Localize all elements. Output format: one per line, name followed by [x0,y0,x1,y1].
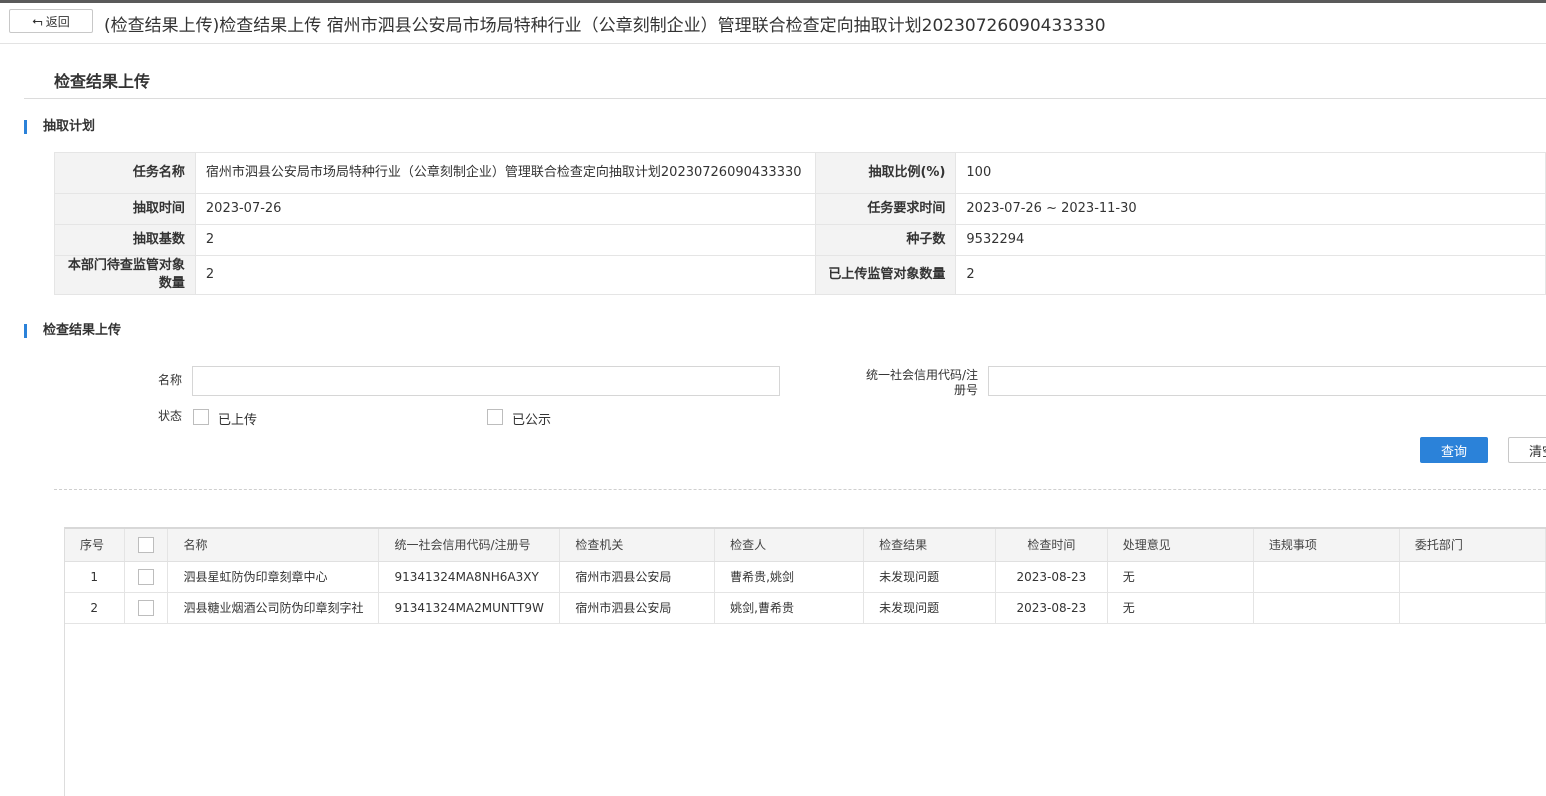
plan-label: 抽取时间 [54,193,196,225]
cell-select [124,561,169,593]
row-checkbox[interactable] [137,568,154,585]
cell-select [124,592,169,624]
plan-label: 任务要求时间 [814,193,957,225]
query-button[interactable]: 查询 [1420,437,1488,463]
title-divider [24,98,1546,99]
name-label: 名称 [157,373,182,387]
cell-code: 91341324MA2MUNTT9W [378,592,561,624]
plan-row: 本部门待查监管对象数量 2 已上传监管对象数量 2 [54,255,1546,295]
cell-time: 2023-08-23 [995,561,1108,593]
page-header: ⮢ 返回 (检查结果上传)检查结果上传 宿州市泗县公安局市场局特种行业（公章刻制… [0,3,1546,44]
table-row[interactable]: 2 泗县糖业烟酒公司防伪印章刻字社 91341324MA2MUNTT9W 宿州市… [65,592,1546,624]
plan-row: 任务名称 宿州市泗县公安局市场局特种行业（公章刻制企业）管理联合检查定向抽取计划… [54,152,1546,194]
plan-label: 抽取基数 [54,224,196,256]
select-all-checkbox[interactable] [137,536,154,553]
cell-index: 2 [65,592,125,624]
plan-label: 本部门待查监管对象数量 [54,255,196,295]
plan-value: 宿州市泗县公安局市场局特种行业（公章刻制企业）管理联合检查定向抽取计划20230… [194,152,816,194]
back-label: 返回 [45,14,70,29]
plan-label: 种子数 [814,224,957,256]
col-header-name: 名称 [167,529,380,562]
uploaded-checkbox-label: 已上传 [218,413,258,428]
cell-inspector: 曹希贵,姚剑 [714,561,865,593]
table-row[interactable]: 1 泗县星虹防伪印章刻章中心 91341324MA8NH6A3XY 宿州市泗县公… [65,561,1546,593]
col-header-inspector: 检查人 [714,529,865,562]
code-input[interactable] [988,366,1546,396]
plan-value: 2 [194,255,816,295]
plan-value: 9532294 [955,224,1546,256]
plan-row: 抽取基数 2 种子数 9532294 [54,224,1546,256]
cell-authority: 宿州市泗县公安局 [559,592,716,624]
page-title: 检查结果上传 [54,72,151,91]
col-header-select [124,529,169,562]
cell-name: 泗县星虹防伪印章刻章中心 [167,561,380,593]
back-arrow-icon: ⮢ [32,13,43,29]
section-title-plan: 抽取计划 [24,120,95,134]
cell-opinion: 无 [1107,592,1254,624]
name-input[interactable] [192,366,780,396]
published-checkbox-label: 已公示 [512,413,552,428]
plan-info-table: 任务名称 宿州市泗县公安局市场局特种行业（公章刻制企业）管理联合检查定向抽取计划… [54,152,1546,295]
published-checkbox[interactable] [487,409,503,425]
plan-row: 抽取时间 2023-07-26 任务要求时间 2023-07-26 ~ 2023… [54,193,1546,225]
cell-code: 91341324MA8NH6A3XY [378,561,561,593]
section-divider [54,489,1546,490]
status-label: 状态 [157,409,182,423]
col-header-code: 统一社会信用代码/注册号 [378,529,561,562]
col-header-violation: 违规事项 [1253,529,1400,562]
cell-index: 1 [65,561,125,593]
cell-name: 泗县糖业烟酒公司防伪印章刻字社 [167,592,380,624]
cell-authority: 宿州市泗县公安局 [559,561,716,593]
section-title-upload: 检查结果上传 [24,324,121,338]
col-header-time: 检查时间 [995,529,1108,562]
cell-result: 未发现问题 [863,561,996,593]
plan-label: 任务名称 [54,152,196,194]
col-header-result: 检查结果 [863,529,996,562]
header-title: (检查结果上传)检查结果上传 宿州市泗县公安局市场局特种行业（公章刻制企业）管理… [104,16,1106,36]
plan-label: 已上传监管对象数量 [814,255,957,295]
cell-department [1399,561,1546,593]
plan-value: 2 [955,255,1546,295]
cell-opinion: 无 [1107,561,1254,593]
cell-department [1399,592,1546,624]
plan-value: 2 [194,224,816,256]
cell-result: 未发现问题 [863,592,996,624]
back-button[interactable]: ⮢ 返回 [9,9,93,33]
cell-inspector: 姚剑,曹希贵 [714,592,865,624]
cell-violation [1253,561,1400,593]
results-table: 序号 名称 统一社会信用代码/注册号 检查机关 检查人 检查结果 检查时间 处理… [65,529,1546,624]
uploaded-checkbox[interactable] [193,409,209,425]
row-checkbox[interactable] [137,599,154,616]
plan-value: 2023-07-26 [194,193,816,225]
code-label: 统一社会信用代码/注册号 [865,368,978,397]
col-header-opinion: 处理意见 [1107,529,1254,562]
col-header-index: 序号 [65,529,125,562]
table-header-row: 序号 名称 统一社会信用代码/注册号 检查机关 检查人 检查结果 检查时间 处理… [65,529,1546,562]
clear-button[interactable]: 清空 [1508,437,1546,463]
plan-label: 抽取比例(%) [814,152,957,194]
col-header-authority: 检查机关 [559,529,716,562]
plan-value: 100 [955,152,1546,194]
col-header-department: 委托部门 [1399,529,1546,562]
cell-time: 2023-08-23 [995,592,1108,624]
plan-value: 2023-07-26 ~ 2023-11-30 [955,193,1546,225]
cell-violation [1253,592,1400,624]
